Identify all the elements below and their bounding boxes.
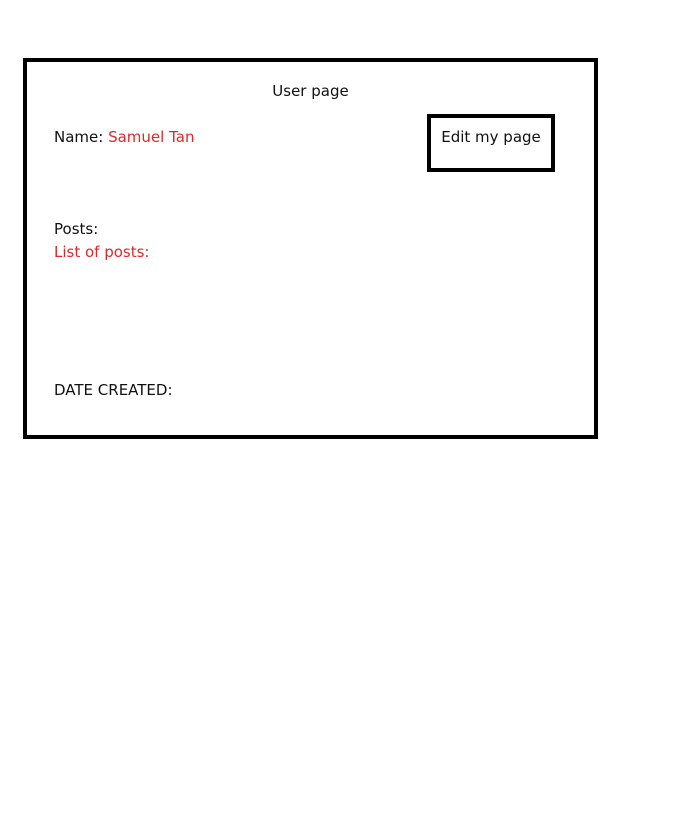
name-label: Name:: [54, 128, 104, 146]
page-title: User page: [272, 82, 349, 100]
user-page-panel: User page Name: Samuel Tan Edit my page …: [23, 58, 598, 439]
name-row: Name: Samuel Tan: [54, 127, 194, 147]
edit-my-page-label: Edit my page: [441, 128, 541, 146]
edit-my-page-button[interactable]: Edit my page: [427, 114, 555, 172]
posts-label: Posts:: [54, 220, 99, 238]
date-created-label: DATE CREATED:: [54, 381, 173, 399]
posts-list: List of posts:: [54, 243, 150, 261]
name-value: Samuel Tan: [108, 128, 195, 146]
